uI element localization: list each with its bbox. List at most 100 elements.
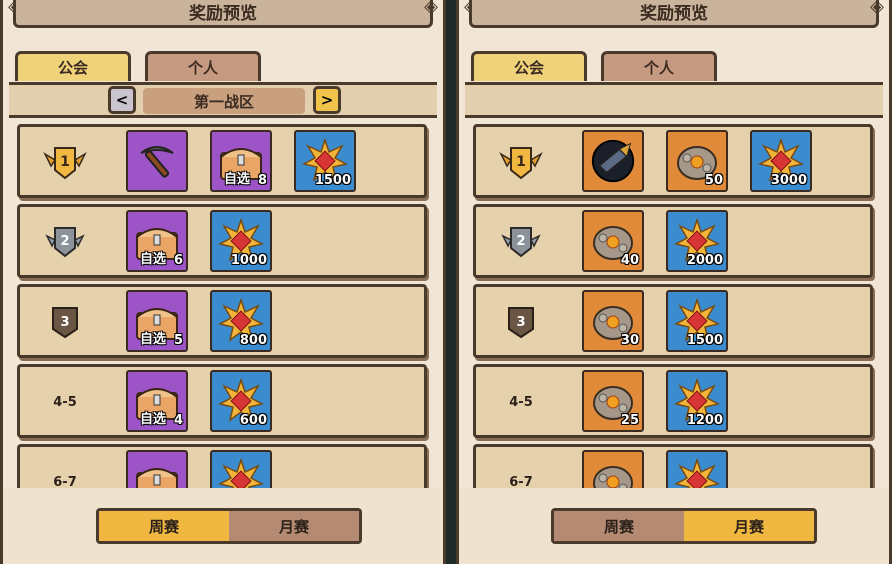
monthly-button[interactable]: 月赛 (684, 511, 814, 541)
item-count: 8 (257, 173, 267, 188)
svg-text:1: 1 (60, 154, 70, 170)
rank-indicator: 2 (42, 219, 88, 265)
rank-indicator: 3 (498, 299, 544, 345)
gold-rank-badge-icon: 1 (499, 147, 543, 180)
next-zone-button[interactable]: > (313, 86, 341, 114)
panel-title: 奖励预览 (13, 0, 433, 28)
rank-indicator: 6-7 (42, 459, 88, 489)
chevron-left-icon: < (115, 91, 129, 109)
reward-item[interactable]: 自选 6 (126, 210, 188, 272)
item-count: 5 (173, 333, 183, 348)
item-count: 6 (173, 253, 183, 268)
sun-medal-icon (218, 458, 264, 488)
footer: 周赛 月赛 (3, 488, 443, 564)
footer: 周赛 月赛 (459, 488, 889, 564)
reward-item[interactable]: 自选 8 (210, 130, 272, 192)
reward-items: 自选 6 1000 (126, 210, 272, 272)
reward-row: 6-7 (473, 444, 873, 488)
reward-item[interactable]: 1500 (294, 130, 356, 192)
selectable-tag: 自选 (140, 332, 167, 347)
rank-indicator: 3 (42, 299, 88, 345)
reward-item[interactable]: 30 (582, 290, 644, 352)
reward-item[interactable]: 3000 (750, 130, 812, 192)
item-count: 40 (620, 253, 639, 268)
monthly-button[interactable]: 月赛 (229, 511, 359, 541)
selectable-chest-icon (134, 458, 180, 488)
item-count: 1000 (230, 253, 267, 268)
chevron-right-icon: > (320, 91, 334, 109)
reward-items: 25 1200 (582, 370, 728, 432)
silver-rank-badge-icon: 2 (45, 227, 85, 258)
reward-item[interactable]: 40 (582, 210, 644, 272)
reward-item[interactable]: 2000 (666, 210, 728, 272)
rank-indicator: 2 (498, 219, 544, 265)
reward-row: 4-5 自选 4 600 (17, 364, 427, 438)
reward-item[interactable]: 自选 4 (126, 370, 188, 432)
tab-guild[interactable]: 公会 (15, 51, 131, 81)
reward-row: 2 自选 6 1000 (17, 204, 427, 278)
prev-zone-button[interactable]: < (108, 86, 136, 114)
item-count: 50 (704, 173, 723, 188)
zone-label: 第一战区 (143, 88, 305, 114)
reward-item[interactable]: 1500 (666, 290, 728, 352)
weekly-button[interactable]: 周赛 (554, 511, 684, 541)
rank-indicator: 4-5 (42, 379, 88, 425)
reward-item[interactable] (126, 130, 188, 192)
reward-item[interactable] (210, 450, 272, 488)
reward-list[interactable]: 1 50 3000 2 40 2000 3 30 1500 4-5 25 1200 6-7 (465, 120, 883, 488)
tab-bar: 公会 个人 (471, 51, 717, 81)
bronze-rank-badge-icon: 3 (52, 307, 78, 339)
reward-row: 1 自选 8 1500 (17, 124, 427, 198)
reward-item[interactable] (582, 450, 644, 488)
item-count: 1500 (314, 173, 351, 188)
selectable-tag: 自选 (140, 412, 167, 427)
rank-indicator: 6-7 (498, 459, 544, 489)
item-count: 1200 (686, 413, 723, 428)
item-count: 600 (239, 413, 267, 428)
reward-row: 2 40 2000 (473, 204, 873, 278)
reward-row: 6-7 (17, 444, 427, 488)
rank-range-label: 4-5 (509, 394, 533, 410)
weekly-button[interactable]: 周赛 (99, 511, 229, 541)
reward-item[interactable]: 1200 (666, 370, 728, 432)
reward-item[interactable]: 1000 (210, 210, 272, 272)
svg-text:2: 2 (60, 234, 69, 249)
reward-item[interactable]: 800 (210, 290, 272, 352)
tab-personal[interactable]: 个人 (145, 51, 261, 81)
tab-bar: 公会 个人 (15, 51, 261, 81)
rank-indicator: 1 (498, 139, 544, 185)
panel-title-text: 奖励预览 (640, 3, 708, 24)
rank-range-label: 6-7 (53, 474, 77, 489)
reward-item[interactable] (666, 450, 728, 488)
zone-bar (465, 82, 883, 118)
tab-guild[interactable]: 公会 (471, 51, 587, 81)
reward-item[interactable]: 25 (582, 370, 644, 432)
svg-text:3: 3 (60, 315, 69, 330)
item-count: 25 (620, 413, 639, 428)
panel-title: 奖励预览 (469, 0, 879, 28)
reward-item[interactable]: 50 (666, 130, 728, 192)
rank-indicator: 4-5 (498, 379, 544, 425)
reward-items: 40 2000 (582, 210, 728, 272)
reward-items (582, 450, 728, 488)
drill-icon (590, 138, 636, 184)
reward-list[interactable]: 1 自选 8 1500 2 自选 6 1000 3 自选 5 800 4-5 自选 4 600 6-7 (9, 120, 437, 488)
reward-items: 自选 4 600 (126, 370, 272, 432)
panel-divider (446, 0, 456, 564)
reward-items (126, 450, 272, 488)
zone-selector: < 第一战区 > (9, 82, 437, 118)
reward-item[interactable] (126, 450, 188, 488)
sun-medal-icon (674, 458, 720, 488)
reward-item[interactable]: 600 (210, 370, 272, 432)
reward-preview-panel-right: ◈ 奖励预览 ◈ 公会 个人 1503000240200033015004-52… (456, 0, 892, 564)
item-count: 800 (239, 333, 267, 348)
svg-text:2: 2 (516, 234, 525, 249)
tab-personal[interactable]: 个人 (601, 51, 717, 81)
reward-preview-panel-left: ◈ 奖励预览 ◈ 公会 个人 < 第一战区 > 1自选815002自选61000… (0, 0, 446, 564)
reward-item[interactable] (582, 130, 644, 192)
item-count: 1500 (686, 333, 723, 348)
selectable-tag: 自选 (140, 252, 167, 267)
reward-item[interactable]: 自选 5 (126, 290, 188, 352)
reward-row: 3 30 1500 (473, 284, 873, 358)
gold-rank-badge-icon: 1 (43, 147, 87, 180)
